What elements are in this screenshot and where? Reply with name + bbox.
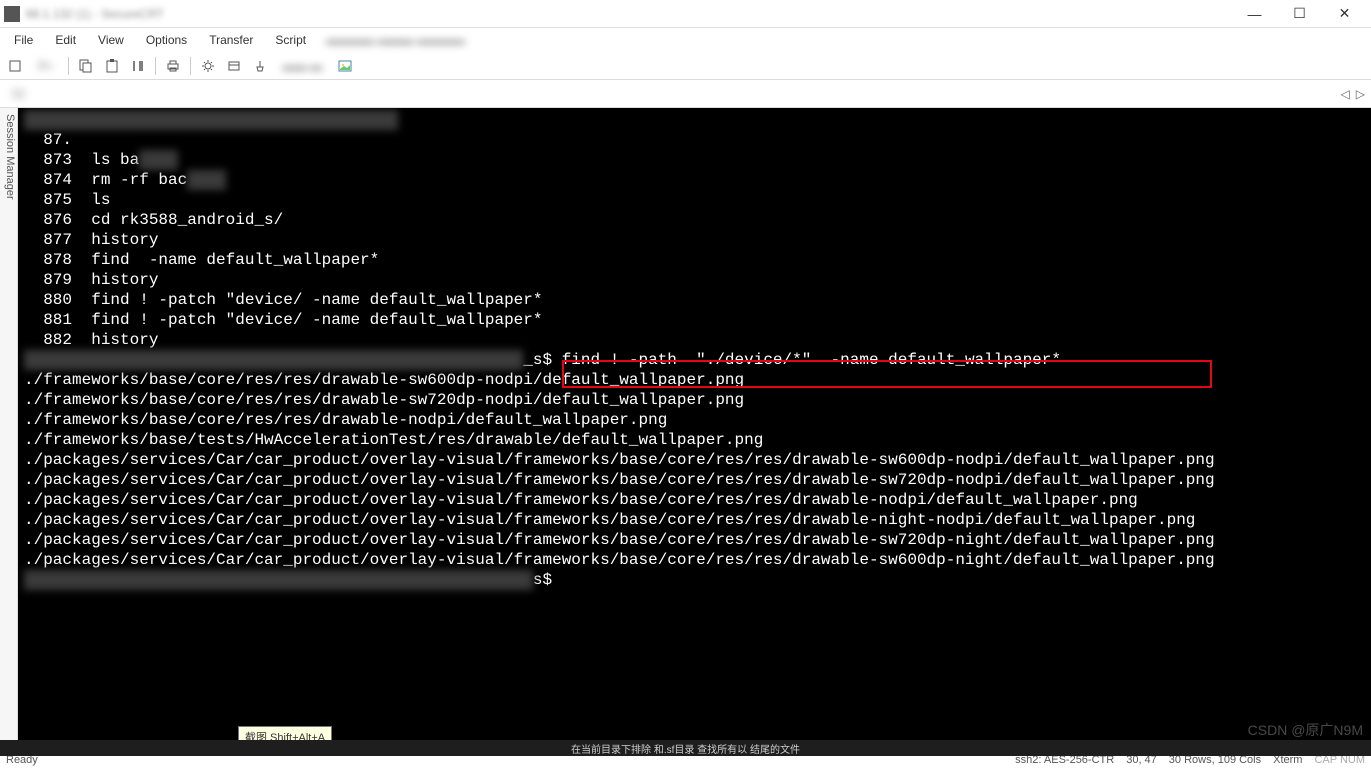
find-icon[interactable] — [127, 55, 149, 77]
toolbar: R> ▬▬ ▬ — [0, 52, 1371, 80]
window-title: 68.1.132 (1) - SecureCRT — [26, 7, 1232, 21]
tab-nav: ◁ ▷ — [1341, 87, 1365, 101]
menu-script[interactable]: Script — [265, 31, 316, 49]
toolbar-separator — [190, 57, 191, 75]
terminal[interactable]: xxxxxxxxxxxxxxxxxxxxxxxxxxxxxxxxxxxxxxx … — [18, 108, 1371, 748]
settings-icon[interactable] — [197, 55, 219, 77]
close-button[interactable]: ✕ — [1322, 0, 1367, 28]
tab-bar: 52 ◁ ▷ — [0, 80, 1371, 108]
toolbar-separator — [155, 57, 156, 75]
watermark: CSDN @原广N9M — [1248, 720, 1363, 740]
quick-connect-icon[interactable] — [4, 55, 26, 77]
image-icon[interactable] — [334, 55, 356, 77]
menu-bar: File Edit View Options Transfer Script ▬… — [0, 28, 1371, 52]
print-icon[interactable] — [162, 55, 184, 77]
copy-icon[interactable] — [75, 55, 97, 77]
tab-prev-icon[interactable]: ◁ — [1341, 87, 1350, 101]
side-panel-tabs: Session Manager Command Manager — [0, 108, 18, 748]
app-icon — [4, 6, 20, 22]
menu-edit[interactable]: Edit — [45, 31, 86, 49]
session-manager-tab[interactable]: Session Manager — [4, 114, 16, 742]
tab-next-icon[interactable]: ▷ — [1356, 87, 1365, 101]
highlight-box — [562, 360, 1212, 388]
window-controls: — ☐ ✕ — [1232, 0, 1367, 28]
toolbar-blurred: R> — [30, 59, 62, 73]
taskbar-strip: 在当前目录下排除 和.sf目录 查找所有以 结尾的文件 — [0, 740, 1371, 756]
maximize-button[interactable]: ☐ — [1277, 0, 1322, 28]
minimize-button[interactable]: — — [1232, 0, 1277, 28]
tabs-blurred: 52 — [4, 87, 33, 101]
paste-icon[interactable] — [101, 55, 123, 77]
window-title-bar: 68.1.132 (1) - SecureCRT — ☐ ✕ — [0, 0, 1371, 28]
menu-file[interactable]: File — [4, 31, 43, 49]
menu-view[interactable]: View — [88, 31, 134, 49]
toolbar-blurred-2: ▬▬ ▬ — [275, 59, 330, 73]
toolbar-separator — [68, 57, 69, 75]
tools-icon[interactable] — [249, 55, 271, 77]
session-options-icon[interactable] — [223, 55, 245, 77]
menu-blurred: ▬▬▬▬ ▬▬▬ ▬▬▬▬ — [318, 33, 473, 47]
menu-transfer[interactable]: Transfer — [199, 31, 263, 49]
work-area: Session Manager Command Manager xxxxxxxx… — [0, 108, 1371, 748]
menu-options[interactable]: Options — [136, 31, 197, 49]
